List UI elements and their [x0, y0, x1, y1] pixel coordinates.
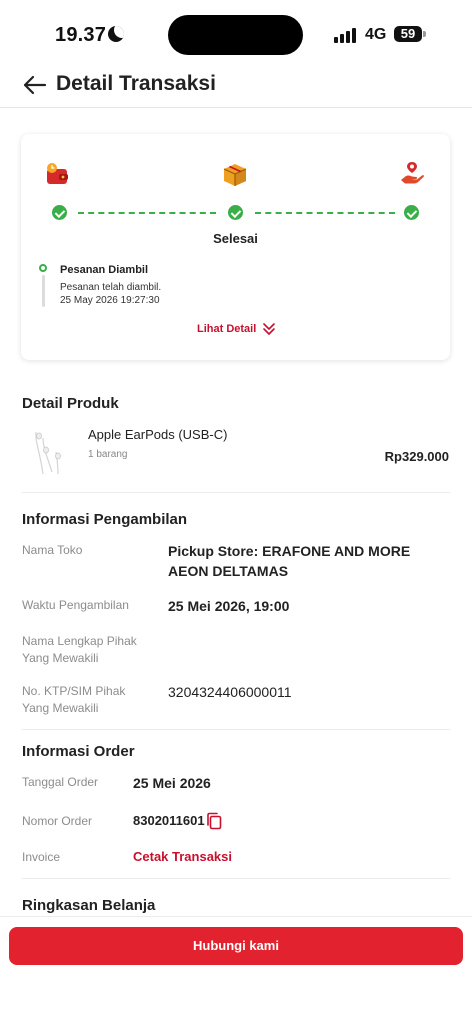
print-transaction-link[interactable]: Cetak Transaksi [133, 847, 232, 867]
page-title: Detail Transaksi [56, 72, 216, 95]
wallet-clock-icon [47, 163, 68, 184]
package-box-icon [223, 164, 247, 186]
moon-icon [108, 26, 124, 42]
rep-id-label-2: Yang Mewakili [22, 701, 99, 715]
divider [22, 492, 450, 493]
step-2-check-icon [228, 205, 243, 220]
see-detail-label: Lihat Detail [197, 323, 257, 335]
product-section-title: Detail Produk [22, 395, 119, 412]
store-name-line-2: AEON DELTAMAS [168, 563, 289, 579]
network-type: 4G [365, 26, 387, 43]
battery-icon: 59 [394, 26, 422, 42]
summary-section-title: Ringkasan Belanja [22, 897, 156, 914]
timeline-event-date: 25 May 2026 19:27:30 [60, 295, 160, 306]
product-price: Rp329.000 [384, 449, 449, 464]
divider [22, 729, 450, 730]
chevron-double-down-icon [263, 323, 276, 335]
rep-id-value: 3204324406000011 [168, 684, 292, 700]
earpods-thumbnail [35, 431, 61, 475]
see-detail-link[interactable]: Lihat Detail [197, 322, 276, 336]
order-number-label: Nomor Order [22, 814, 93, 828]
battery-nub [423, 31, 426, 37]
invoice-label: Invoice [22, 850, 61, 864]
progress-dash-1 [78, 212, 216, 214]
arrow-left-icon [23, 75, 47, 95]
product-qty: 1 barang [88, 449, 128, 460]
contact-us-button[interactable]: Hubungi kami [9, 927, 463, 965]
order-date-value: 25 Mei 2026 [133, 775, 211, 791]
pickup-time-value: 25 Mei 2026, 19:00 [168, 598, 290, 614]
store-name-label: Nama Toko [22, 543, 83, 557]
divider [22, 878, 450, 879]
status-time: 19.37 [55, 24, 107, 46]
hand-location-icon [401, 162, 424, 184]
step-3-check-icon [404, 205, 419, 220]
bottom-action-bar: Hubungi kami [0, 916, 472, 1024]
pickup-section-title: Informasi Pengambilan [22, 511, 188, 528]
signal-icon [334, 27, 356, 43]
order-status: Selesai [213, 231, 258, 246]
dynamic-island [168, 15, 303, 55]
timeline-dot [39, 264, 47, 272]
rep-id-label-1: No. KTP/SIM Pihak [22, 684, 126, 698]
order-number-value: 8302011601 [133, 813, 205, 828]
pickup-time-label: Waktu Pengambilan [22, 598, 129, 612]
app-header: Detail Transaksi [0, 68, 472, 108]
order-date-label: Tanggal Order [22, 775, 99, 789]
progress-dash-2 [255, 212, 395, 214]
timeline-event-title: Pesanan Diambil [60, 264, 149, 276]
copy-icon[interactable] [206, 812, 222, 830]
store-name-line-1: Pickup Store: ERAFONE AND MORE [168, 543, 411, 559]
rep-name-label-1: Nama Lengkap Pihak [22, 634, 137, 648]
back-button[interactable] [20, 70, 50, 100]
rep-name-label-2: Yang Mewakili [22, 651, 99, 665]
status-bar: 19.37 4G 59 [0, 0, 472, 68]
product-name: Apple EarPods (USB-C) [88, 427, 228, 442]
order-section-title: Informasi Order [22, 743, 135, 760]
timeline-line [41, 275, 45, 307]
order-tracking-card: Selesai Pesanan Diambil Pesanan telah di… [21, 134, 450, 360]
timeline-event-desc: Pesanan telah diambil. [60, 282, 162, 293]
step-1-check-icon [52, 205, 67, 220]
